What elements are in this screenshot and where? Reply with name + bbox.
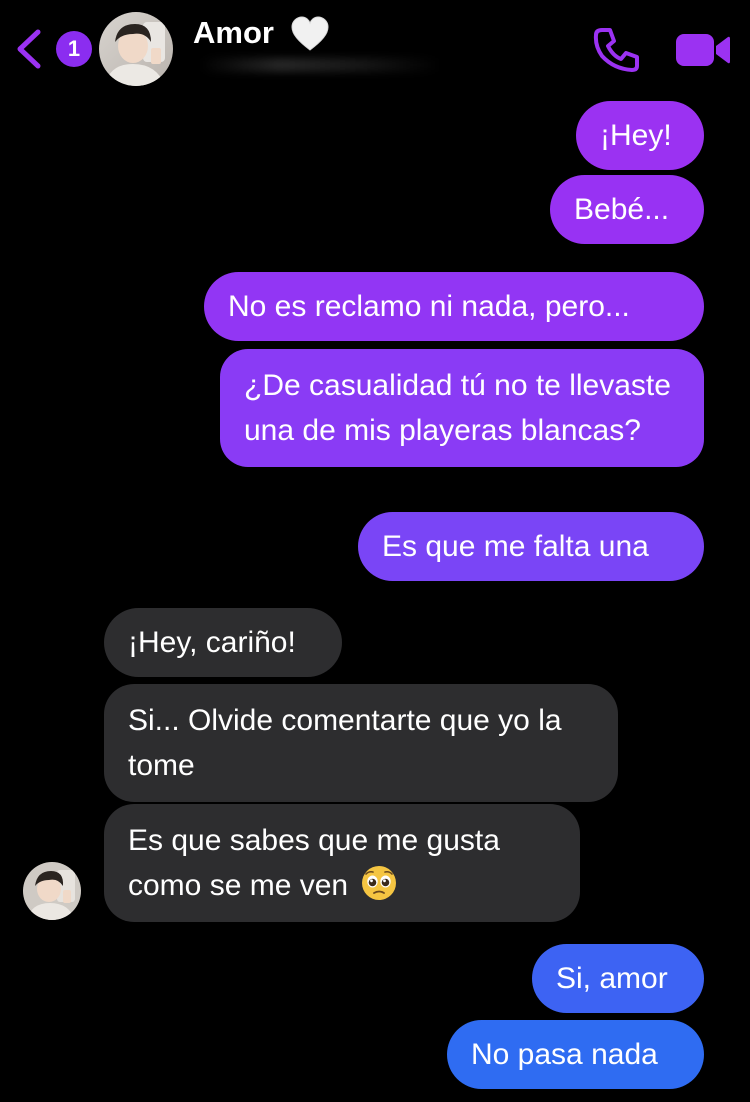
message-text: Es que sabes que me gusta como se me ven (128, 824, 500, 902)
message-incoming[interactable]: Si... Olvide comentarte que yo la tome (104, 684, 618, 802)
phone-icon (593, 28, 639, 72)
audio-call-button[interactable] (592, 26, 640, 74)
unread-badge: 1 (56, 31, 92, 67)
message-outgoing[interactable]: Es que me falta una (358, 512, 704, 581)
chevron-left-icon (17, 29, 41, 69)
message-outgoing[interactable]: Si, amor (532, 944, 704, 1013)
contact-avatar-small[interactable] (23, 862, 81, 920)
video-call-button[interactable] (674, 28, 732, 72)
blurred-status-text (200, 58, 440, 72)
message-outgoing[interactable]: Bebé... (550, 175, 704, 244)
back-button[interactable]: 1 (14, 26, 92, 70)
video-camera-icon (676, 34, 730, 66)
message-outgoing[interactable]: ¡Hey! (576, 101, 704, 170)
message-outgoing[interactable]: No pasa nada (447, 1020, 704, 1089)
contact-name[interactable]: Amor (193, 14, 274, 52)
message-outgoing[interactable]: ¿De casualidad tú no te llevaste una de … (220, 349, 704, 467)
white-heart-icon (291, 16, 329, 51)
message-incoming[interactable]: Es que sabes que me gusta como se me ven (104, 804, 580, 922)
message-outgoing[interactable]: No es reclamo ni nada, pero... (204, 272, 704, 341)
contact-avatar[interactable] (99, 12, 173, 86)
pleading-face-emoji-icon (362, 866, 397, 900)
message-incoming[interactable]: ¡Hey, cariño! (104, 608, 342, 677)
chat-header: 1 Amor (0, 0, 750, 95)
